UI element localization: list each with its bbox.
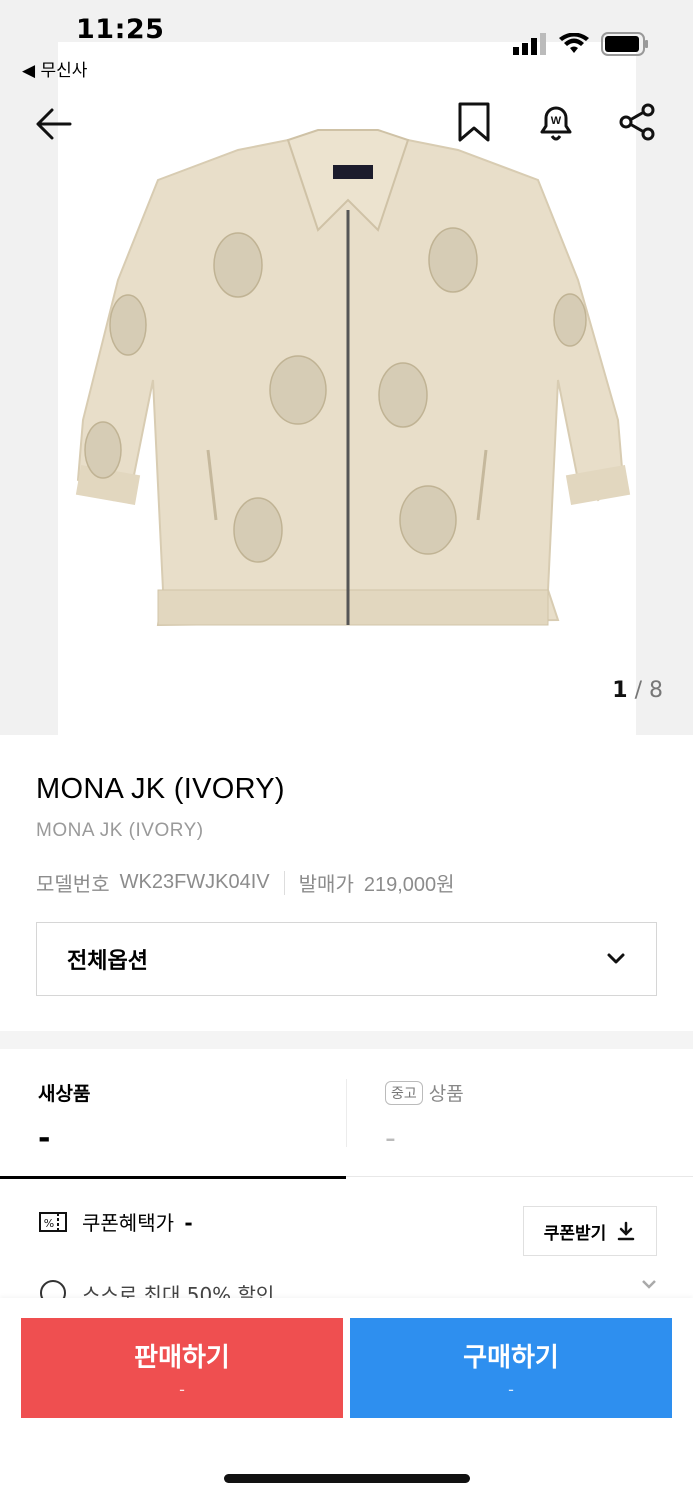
- product-title: MONA JK (IVORY): [36, 773, 285, 805]
- sell-button-price: -: [179, 1380, 185, 1399]
- tab-active-indicator: [0, 1176, 346, 1179]
- buy-button[interactable]: 구매하기 -: [350, 1318, 672, 1418]
- condition-tabs: 새상품 - 중고 상품 -: [0, 1049, 693, 1179]
- coupon-row: % 쿠폰혜택가 -: [38, 1207, 193, 1236]
- back-arrow-icon[interactable]: [30, 100, 78, 148]
- sell-button-label: 판매하기: [134, 1343, 230, 1373]
- sell-button[interactable]: 판매하기 -: [21, 1318, 343, 1418]
- tab-new-label: 새상품: [38, 1083, 91, 1105]
- status-icons: [513, 32, 649, 56]
- model-label: 모델번호: [36, 874, 110, 896]
- pager-total: 8: [649, 678, 663, 703]
- section-divider: [0, 1031, 693, 1049]
- buy-button-price: -: [508, 1380, 514, 1399]
- option-select-label: 전체옵션: [67, 949, 148, 974]
- status-time: 11:25: [76, 14, 165, 45]
- model-value: WK23FWJK04IV: [119, 871, 270, 893]
- product-subtitle: MONA JK (IVORY): [36, 820, 204, 841]
- used-badge: 중고: [385, 1080, 423, 1105]
- coupon-label: 쿠폰혜택가: [82, 1211, 174, 1235]
- tab-used-label-group: 중고 상품: [385, 1079, 464, 1106]
- download-icon: [618, 1221, 635, 1241]
- svg-text:W: W: [551, 115, 562, 127]
- battery-icon: [601, 32, 648, 56]
- release-value: 219,000원: [363, 874, 455, 896]
- chevron-down-icon: [607, 953, 625, 964]
- pager-separator: /: [634, 678, 642, 703]
- home-indicator[interactable]: [224, 1474, 470, 1483]
- option-select[interactable]: 전체옵션: [36, 922, 657, 996]
- product-meta: 모델번호 WK23FWJK04IV 발매가 219,000원: [36, 868, 455, 897]
- image-pager: 1 / 8: [612, 678, 663, 703]
- coupon-value: -: [184, 1211, 193, 1235]
- tab-used[interactable]: 중고 상품 -: [347, 1049, 693, 1177]
- product-image-area[interactable]: 11:25 ◀ 무신사 W 1 / 8: [0, 0, 693, 735]
- bottom-action-bar: 판매하기 - 구매하기 -: [0, 1298, 693, 1500]
- alert-bell-icon[interactable]: W: [534, 100, 578, 144]
- wifi-icon: [559, 33, 589, 53]
- share-icon[interactable]: [616, 100, 660, 144]
- tab-new-price: -: [38, 1121, 51, 1156]
- meta-separator: [283, 870, 285, 895]
- signal-icon: [513, 33, 546, 55]
- release-label: 발매가: [298, 874, 354, 896]
- buy-button-label: 구매하기: [463, 1343, 559, 1373]
- bookmark-icon[interactable]: [452, 100, 496, 144]
- tab-used-price: -: [385, 1121, 396, 1156]
- get-coupon-button[interactable]: 쿠폰받기: [523, 1206, 657, 1256]
- coupon-icon: %: [39, 1211, 67, 1232]
- get-coupon-label: 쿠폰받기: [543, 1223, 607, 1244]
- back-to-app-link[interactable]: ◀ 무신사: [22, 56, 87, 81]
- chevron-down-icon: [642, 1280, 656, 1289]
- svg-text:%: %: [44, 1217, 54, 1230]
- tab-new[interactable]: 새상품 -: [0, 1049, 346, 1179]
- pager-current: 1: [612, 678, 628, 703]
- product-image-jacket: [75, 129, 631, 627]
- tab-used-label: 상품: [428, 1083, 464, 1105]
